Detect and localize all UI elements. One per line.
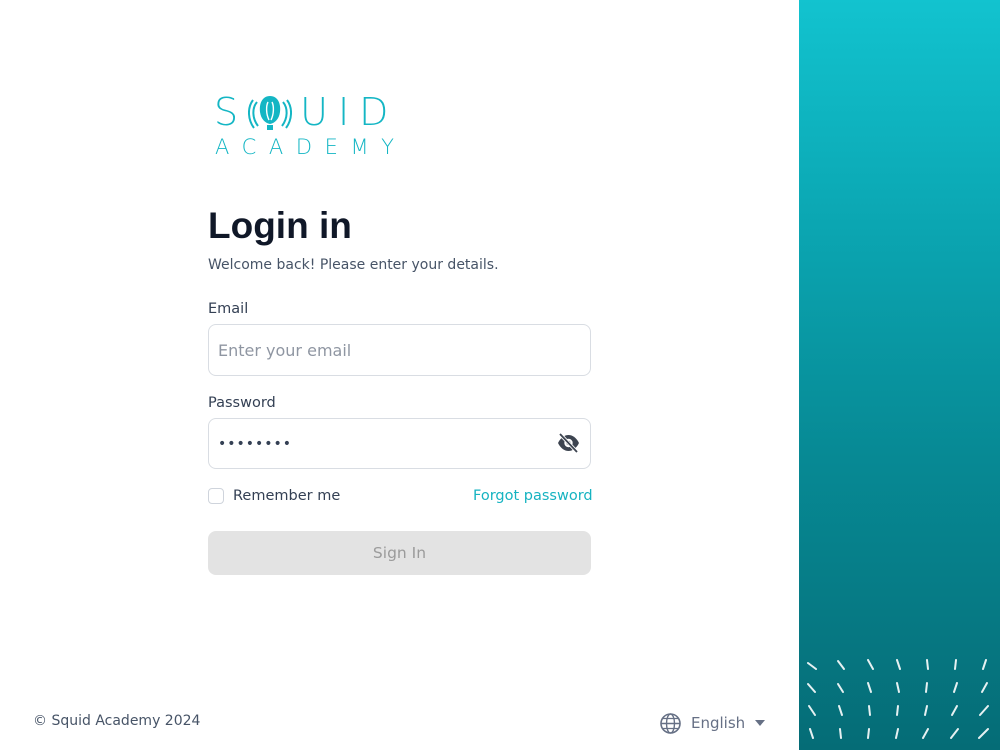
decorative-side-panel [799, 0, 1000, 750]
password-label: Password [208, 395, 276, 411]
logo-letters-uid: UID [300, 90, 399, 134]
logo-academy: ACADEMY [215, 135, 407, 159]
remember-checkbox[interactable] [208, 488, 224, 504]
globe-icon [660, 712, 681, 734]
squid-icon [248, 96, 293, 130]
sign-in-button[interactable]: Sign In [208, 531, 591, 575]
page-subtitle: Welcome back! Please enter your details. [208, 257, 499, 273]
language-selector[interactable]: English [659, 711, 766, 735]
eye-off-icon[interactable] [556, 432, 581, 454]
email-label: Email [208, 301, 249, 317]
page-title: Login in [208, 205, 352, 246]
copyright-text: © Squid Academy 2024 [33, 713, 201, 729]
email-field[interactable] [208, 324, 591, 376]
logo-letter-s: S [214, 90, 249, 134]
password-field[interactable] [208, 418, 591, 469]
login-pane: S UID ACADEMY Login in Welcome back! Ple… [0, 0, 799, 750]
remember-label: Remember me [233, 488, 341, 504]
language-label: English [691, 714, 746, 732]
decorative-dash-pattern [807, 659, 989, 739]
caret-down-icon [755, 720, 766, 726]
squid-academy-logo: S UID ACADEMY [214, 92, 424, 162]
forgot-password-link[interactable]: Forgot password [473, 486, 593, 506]
remember-me[interactable]: Remember me [208, 486, 340, 506]
